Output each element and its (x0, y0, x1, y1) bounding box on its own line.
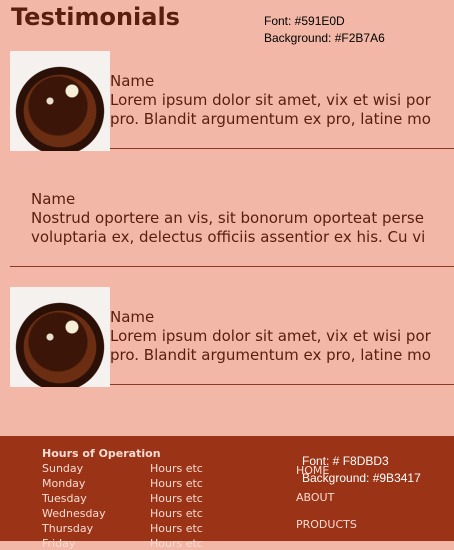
hours-value: Hours etc (150, 477, 203, 490)
testimonial-text-line: pro. Blandit argumentum ex pro, latine m… (110, 346, 431, 364)
hours-title: Hours of Operation (42, 447, 161, 460)
testimonial-name: Name (31, 190, 76, 208)
font-color-note: Font: # F8DBD3 (302, 454, 389, 468)
nav-link-about[interactable]: ABOUT (296, 491, 334, 504)
hours-row: Thursday Hours etc (42, 522, 242, 535)
day-label: Wednesday (42, 507, 106, 520)
testimonial-text-line: Nostrud oportere an vis, sit bonorum opo… (31, 209, 424, 227)
day-label: Tuesday (42, 492, 87, 505)
day-label: Friday (42, 537, 76, 550)
nav-link-products[interactable]: PRODUCTS (296, 518, 357, 531)
hours-row: Tuesday Hours etc (42, 492, 242, 505)
hours-row: Friday Hours etc (42, 537, 242, 550)
divider (10, 266, 454, 267)
style-annotation: Font: #591E0D Background: #F2B7A6 (264, 13, 385, 47)
day-label: Thursday (42, 522, 94, 535)
background-color-note: Background: #9B3417 (302, 471, 421, 485)
testimonial-text-line: Lorem ipsum dolor sit amet, vix et wisi … (110, 91, 431, 109)
hours-row: Monday Hours etc (42, 477, 242, 490)
cake-photo-image (10, 287, 110, 387)
hours-row: Wednesday Hours etc (42, 507, 242, 520)
testimonial-text-line: pro. Blandit argumentum ex pro, latine m… (110, 110, 431, 128)
testimonial-name: Name (110, 308, 155, 326)
hours-value: Hours etc (150, 492, 203, 505)
testimonial-text-line: voluptaria ex, delectus officiis assenti… (31, 228, 426, 246)
hours-row: Sunday Hours etc (42, 462, 242, 475)
page-title: Testimonials (11, 3, 180, 31)
background-color-note: Background: #F2B7A6 (264, 31, 385, 45)
hours-value: Hours etc (150, 462, 203, 475)
testimonial-name: Name (110, 72, 155, 90)
day-label: Monday (42, 477, 86, 490)
day-label: Sunday (42, 462, 84, 475)
testimonial-text-line: Lorem ipsum dolor sit amet, vix et wisi … (110, 327, 431, 345)
hours-value: Hours etc (150, 507, 203, 520)
hours-value: Hours etc (150, 537, 203, 550)
footer: Hours of Operation Sunday Hours etc Mond… (0, 436, 454, 550)
hours-value: Hours etc (150, 522, 203, 535)
footer-style-annotation: Font: # F8DBD3 Background: #9B3417 (302, 453, 421, 487)
cake-photo-image (10, 51, 110, 151)
divider (110, 384, 454, 385)
font-color-note: Font: #591E0D (264, 14, 345, 28)
divider (110, 148, 454, 149)
